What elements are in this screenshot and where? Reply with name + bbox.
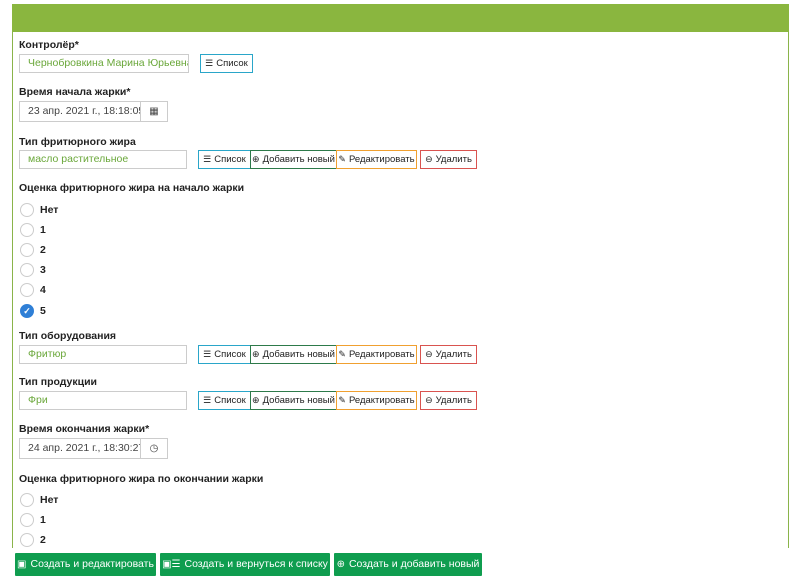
minus-circle-icon: ⊖ (425, 395, 433, 405)
product-list-button[interactable]: ☰ Список (198, 391, 251, 410)
controller-label: Контролёр* (19, 39, 79, 51)
end-time-label: Время окончания жарки* (19, 423, 150, 435)
list-icon: ☰ (205, 58, 214, 68)
pencil-icon: ✎ (338, 349, 346, 359)
rating-start-radio-1[interactable] (20, 223, 34, 237)
product-delete-label: Удалить (435, 395, 472, 406)
rating-start-option-5: 5 (40, 305, 46, 317)
fat-type-edit-button[interactable]: ✎ Редактировать (336, 150, 417, 169)
create-and-add-label: Создать и добавить новый (348, 558, 480, 570)
fat-type-edit-label: Редактировать (348, 154, 415, 165)
rating-end-option-1: 1 (40, 514, 46, 526)
equipment-list-button[interactable]: ☰ Список (198, 345, 251, 364)
start-time-label: Время начала жарки* (19, 86, 131, 98)
rating-end-radio-1[interactable] (20, 513, 34, 527)
controller-list-label: Список (216, 58, 248, 69)
product-add-button[interactable]: ⊕ Добавить новый (250, 391, 337, 410)
equipment-list-label: Список (214, 349, 246, 360)
list-icon: ☰ (203, 349, 212, 359)
fat-type-list-label: Список (214, 154, 246, 165)
equipment-label: Тип оборудования (19, 330, 117, 342)
plus-circle-icon: ⊕ (252, 395, 260, 405)
create-and-edit-label: Создать и редактировать (30, 558, 154, 570)
equipment-edit-label: Редактировать (348, 349, 415, 360)
controller-list-button[interactable]: ☰ Список (200, 54, 253, 73)
product-label: Тип продукции (19, 376, 98, 388)
rating-end-option-2: 2 (40, 534, 46, 546)
fat-type-delete-label: Удалить (435, 154, 472, 165)
equipment-field[interactable]: Фритюр (19, 345, 187, 364)
rating-start-option-2: 2 (40, 244, 46, 256)
product-edit-label: Редактировать (348, 395, 415, 406)
rating-start-radio-none[interactable] (20, 203, 34, 217)
fat-type-add-button[interactable]: ⊕ Добавить новый (250, 150, 337, 169)
rating-end-radio-2[interactable] (20, 533, 34, 547)
rating-end-radio-none[interactable] (20, 493, 34, 507)
rating-start-radio-4[interactable] (20, 283, 34, 297)
check-icon: ✓ (23, 306, 31, 316)
fat-type-field[interactable]: масло растительное (19, 150, 187, 169)
minus-circle-icon: ⊖ (425, 349, 433, 359)
equipment-delete-label: Удалить (435, 349, 472, 360)
rating-start-radio-3[interactable] (20, 263, 34, 277)
product-field[interactable]: Фри (19, 391, 187, 410)
rating-start-option-3: 3 (40, 264, 46, 276)
create-and-add-button[interactable]: ⊕ Создать и добавить новый (334, 553, 482, 576)
calendar-icon[interactable]: ▦ (140, 101, 168, 122)
product-edit-button[interactable]: ✎ Редактировать (336, 391, 417, 410)
equipment-add-label: Добавить новый (262, 349, 335, 360)
create-and-edit-button[interactable]: ▣ Создать и редактировать (15, 553, 156, 576)
rating-start-radio-2[interactable] (20, 243, 34, 257)
fat-rating-start-label: Оценка фритюрного жира на начало жарки (19, 182, 245, 194)
equipment-edit-button[interactable]: ✎ Редактировать (336, 345, 417, 364)
rating-end-option-none: Нет (40, 494, 59, 506)
pencil-icon: ✎ (338, 395, 346, 405)
clock-icon[interactable]: ◷ (140, 438, 168, 459)
minus-circle-icon: ⊖ (425, 154, 433, 164)
controller-field[interactable]: Чернобровкина Марина Юрьевна (19, 54, 189, 73)
end-time-field[interactable]: 24 апр. 2021 г., 18:30:27 (19, 438, 141, 459)
equipment-delete-button[interactable]: ⊖ Удалить (420, 345, 477, 364)
plus-circle-icon: ⊕ (252, 154, 260, 164)
create-and-return-label: Создать и вернуться к списку (184, 558, 328, 570)
fat-rating-end-label: Оценка фритюрного жира по окончании жарк… (19, 473, 264, 485)
equipment-add-button[interactable]: ⊕ Добавить новый (250, 345, 337, 364)
panel-header (12, 4, 789, 32)
save-list-icon: ▣☰ (162, 559, 181, 570)
product-list-label: Список (214, 395, 246, 406)
pencil-icon: ✎ (338, 154, 346, 164)
product-delete-button[interactable]: ⊖ Удалить (420, 391, 477, 410)
plus-circle-icon: ⊕ (336, 559, 345, 570)
start-time-field[interactable]: 23 апр. 2021 г., 18:18:05 (19, 101, 141, 122)
list-icon: ☰ (203, 154, 212, 164)
fat-type-add-label: Добавить новый (262, 154, 335, 165)
rating-start-option-1: 1 (40, 224, 46, 236)
fat-type-delete-button[interactable]: ⊖ Удалить (420, 150, 477, 169)
rating-start-option-none: Нет (40, 204, 59, 216)
save-icon: ▣ (17, 559, 27, 570)
list-icon: ☰ (203, 395, 212, 405)
create-and-return-button[interactable]: ▣☰ Создать и вернуться к списку (160, 553, 330, 576)
rating-start-option-4: 4 (40, 284, 46, 296)
fat-type-list-button[interactable]: ☰ Список (198, 150, 251, 169)
fat-type-label: Тип фритюрного жира (19, 136, 136, 148)
product-add-label: Добавить новый (262, 395, 335, 406)
rating-start-radio-5-checked[interactable]: ✓ (20, 304, 34, 318)
plus-circle-icon: ⊕ (252, 349, 260, 359)
